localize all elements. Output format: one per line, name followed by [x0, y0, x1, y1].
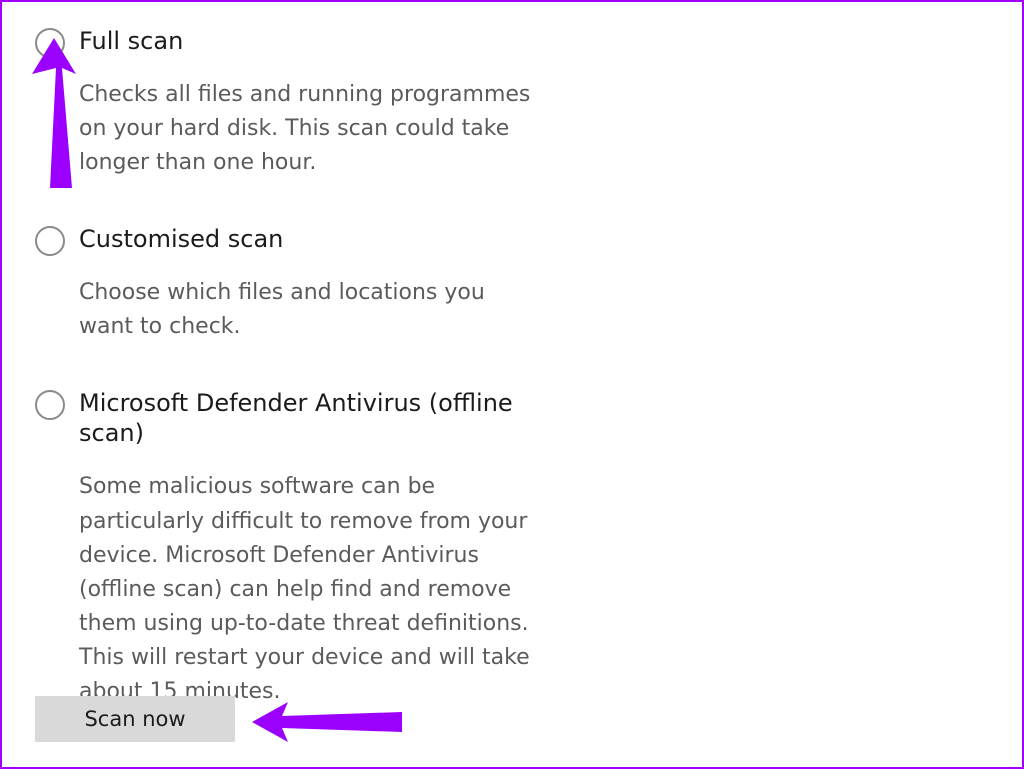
radio-offline-scan[interactable] [35, 390, 65, 420]
scan-options-panel: Full scan Checks all files and running p… [0, 0, 1024, 769]
scan-now-button[interactable]: Scan now [35, 696, 235, 742]
option-customised-scan-title: Customised scan [79, 224, 539, 254]
option-full-scan: Full scan Checks all files and running p… [35, 26, 595, 180]
annotation-arrow-scan-now [252, 702, 412, 750]
option-full-scan-title: Full scan [79, 26, 539, 56]
option-offline-scan-title: Microsoft Defender Antivirus (offline sc… [79, 388, 539, 448]
option-full-scan-text: Full scan Checks all files and running p… [79, 26, 539, 180]
radio-full-scan[interactable] [35, 28, 65, 58]
option-customised-scan-text: Customised scan Choose which files and l… [79, 224, 539, 344]
option-offline-scan: Microsoft Defender Antivirus (offline sc… [35, 388, 595, 709]
radio-customised-scan[interactable] [35, 226, 65, 256]
option-offline-scan-text: Microsoft Defender Antivirus (offline sc… [79, 388, 539, 709]
option-customised-scan: Customised scan Choose which files and l… [35, 224, 595, 344]
scan-options-list: Full scan Checks all files and running p… [35, 26, 595, 709]
option-customised-scan-description: Choose which files and locations you wan… [79, 276, 539, 344]
option-offline-scan-description: Some malicious software can be particula… [79, 470, 539, 709]
option-full-scan-description: Checks all files and running programmes … [79, 78, 539, 180]
